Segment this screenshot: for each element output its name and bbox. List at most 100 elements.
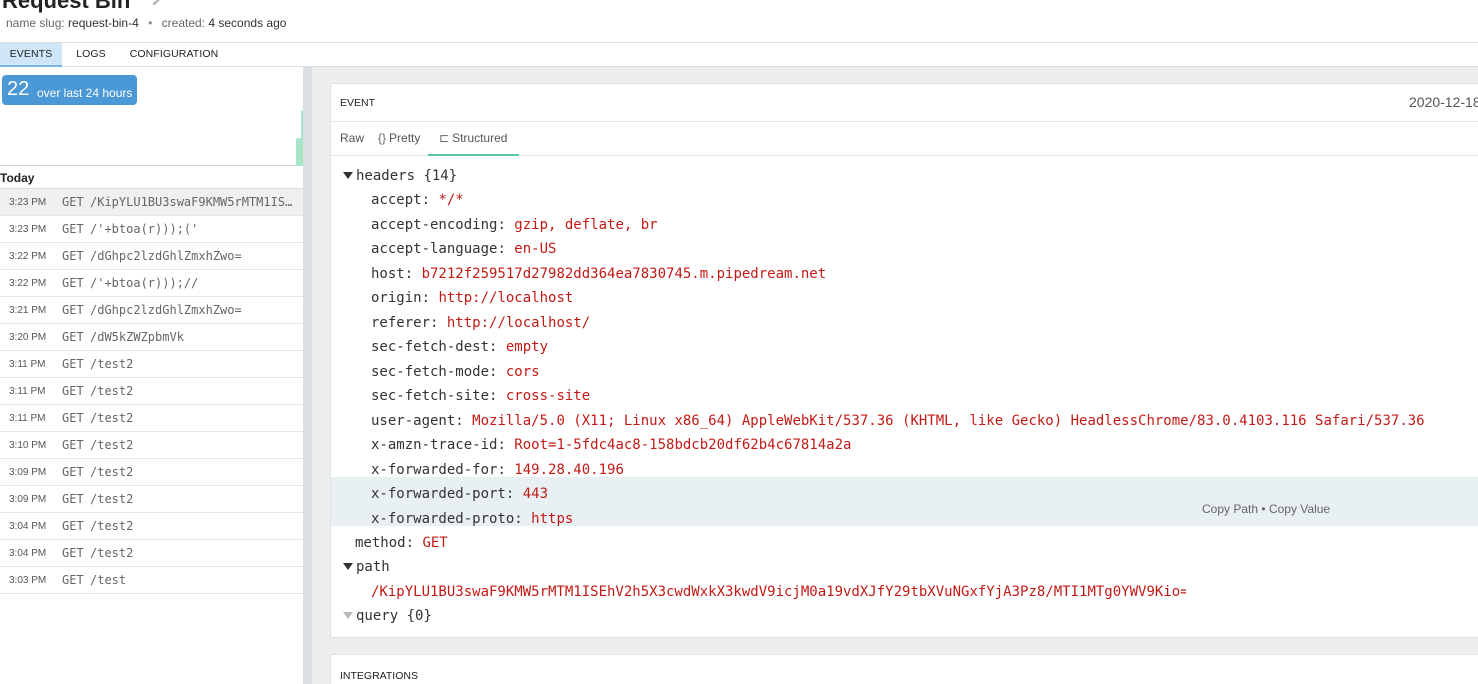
event-method: GET	[62, 249, 84, 263]
header-key: x-amzn-trace-id	[371, 437, 498, 453]
query-key: query	[356, 608, 399, 624]
event-time: 3:23 PM	[9, 196, 47, 208]
copy-path-link[interactable]: Copy Path	[1202, 502, 1258, 516]
event-detail-area: EVENT 2020-12-18 Raw {} Pretty ⊏ Structure…	[303, 67, 1478, 684]
tab-structured-label: Structured	[452, 131, 508, 145]
event-time: 3:09 PM	[9, 466, 47, 478]
tab-pretty-label: Pretty	[389, 131, 421, 145]
event-count: 22	[7, 78, 30, 100]
event-list-item[interactable]: 3:09 PM GET/test2	[0, 486, 303, 513]
view-tabs: Raw {} Pretty ⊏ Structured	[331, 122, 1478, 156]
copy-value-link[interactable]: Copy Value	[1269, 502, 1330, 516]
event-time: 3:21 PM	[9, 304, 47, 316]
header-key: x-forwarded-port	[371, 486, 506, 502]
header-row: accept: */*	[371, 192, 464, 208]
event-list-item[interactable]: 3:03 PM GET/test	[0, 567, 303, 594]
caret-down-icon	[343, 172, 353, 179]
event-list-item[interactable]: 3:22 PM GET/dGhpc2lzdGhlZmxhZwo=	[0, 243, 303, 270]
event-method: GET	[62, 519, 84, 533]
header-key: referer	[371, 314, 431, 331]
event-time: 3:22 PM	[9, 250, 47, 262]
query-node[interactable]: query {0}	[331, 604, 1478, 628]
event-path: /test2	[90, 384, 134, 398]
tab-pretty[interactable]: {} Pretty	[378, 122, 420, 156]
event-method: GET	[62, 492, 84, 506]
header-value: cors	[505, 363, 540, 380]
event-list-item[interactable]: 3:23 PM GET /'+btoa(r)));('	[0, 216, 303, 243]
event-method: GET	[62, 465, 84, 479]
event-list-item[interactable]: 3:11 PM GET/test2	[0, 378, 303, 405]
event-time: 3:11 PM	[9, 412, 46, 424]
group-label-today: Today	[0, 167, 303, 189]
braces-icon: {}	[378, 131, 387, 145]
event-method: GET	[62, 303, 84, 317]
header-key: accept-language	[371, 241, 498, 257]
event-list-item[interactable]: 3:23 PM GET/KipYLU1BU3swaF9KMW5rMTM1ISEhV…	[0, 189, 303, 216]
headers-node[interactable]: headers {14}	[331, 164, 1478, 188]
event-time: 3:04 PM	[9, 520, 47, 532]
event-list-item[interactable]: 3:10 PM GET/test2	[0, 432, 303, 459]
name-slug-value: request-bin-4	[68, 16, 139, 30]
event-path: /dGhpc2lzdGhlZmxhZwo=	[90, 249, 242, 263]
method-value: GET	[422, 535, 448, 551]
path-node[interactable]: path	[331, 555, 1478, 579]
event-list-item[interactable]: 3:11 PM GET/test2	[0, 405, 303, 432]
event-count-label: over last 24 hours	[37, 86, 133, 100]
tab-logs[interactable]: LOGS	[62, 43, 120, 67]
header-value: 149.28.40.196	[514, 461, 624, 478]
header-key: sec-fetch-dest	[371, 339, 490, 355]
header-value: gzip, deflate, br	[514, 216, 658, 233]
event-list-item[interactable]: 3:20 PM GET/dW5kZWZpbmVk	[0, 324, 303, 351]
event-method: GET	[62, 546, 84, 560]
event-method: GET	[62, 438, 84, 452]
header-value: http://localhost/	[446, 314, 591, 331]
header-value: 443	[522, 486, 549, 502]
event-list: 3:23 PM GET/KipYLU1BU3swaF9KMW5rMTM1ISEhV…	[0, 189, 303, 594]
header-key: accept	[371, 192, 422, 208]
event-list-item[interactable]: 3:21 PM GET/dGhpc2lzdGhlZmxhZwo=	[0, 297, 303, 324]
header-key: sec-fetch-site	[371, 388, 490, 404]
event-list-item[interactable]: 3:09 PM GET/test2	[0, 459, 303, 486]
integrations-card: INTEGRATIONS	[330, 654, 1478, 684]
event-path: /test2	[90, 546, 134, 560]
event-path: /test2	[90, 492, 134, 506]
headers-key: headers	[356, 168, 416, 184]
header-row: host: b7212f259517d27982dd364ea7830745.m…	[371, 265, 827, 282]
event-card-header: EVENT 2020-12-18	[331, 84, 1478, 122]
header-key: accept-encoding	[371, 216, 498, 233]
event-method: GET	[62, 330, 84, 344]
header-value: Mozilla/5.0 (X11; Linux x86_64) AppleWeb…	[472, 412, 1425, 429]
event-path: /KipYLU1BU3swaF9KMW5rMTM1ISEhV2h5X3cwdWx…	[90, 195, 296, 209]
event-list-item[interactable]: 3:04 PM GET/test2	[0, 540, 303, 567]
path-value-row: /KipYLU1BU3swaF9KMW5rMTM1ISEhV2h5X3cwdWx…	[331, 580, 1478, 604]
event-list-item[interactable]: 3:22 PM GET /'+btoa(r)));//	[0, 270, 303, 297]
header-row: accept-encoding: gzip, deflate, br	[371, 216, 658, 233]
event-method: GET	[62, 276, 84, 290]
event-time: 3:09 PM	[9, 493, 47, 505]
header-value: Root=1-5fdc4ac8-158bdcb20df62b4c67814a2a	[514, 437, 852, 453]
header-value: empty	[505, 339, 549, 355]
tab-configuration[interactable]: CONFIGURATION	[120, 43, 228, 67]
event-time: 3:10 PM	[9, 439, 47, 451]
header-row: referer: http://localhost/	[371, 314, 591, 331]
bin-meta: name slug: request-bin-4 • created: 4 se…	[6, 16, 286, 30]
tab-raw[interactable]: Raw	[340, 122, 364, 156]
event-method: GET	[62, 411, 84, 425]
header-key: origin	[371, 290, 422, 306]
event-list-item[interactable]: 3:11 PM GET/test2	[0, 351, 303, 378]
header-value: http://localhost	[438, 290, 574, 306]
event-time: 3:20 PM	[9, 331, 47, 343]
header-row: sec-fetch-site: cross-site	[371, 388, 591, 404]
tab-structured[interactable]: ⊏ Structured	[428, 122, 520, 156]
event-path: /dW5kZWZpbmVk	[90, 330, 184, 344]
event-path: /dGhpc2lzdGhlZmxhZwo=	[90, 303, 242, 317]
event-list-item[interactable]: 3:04 PM GET/test2	[0, 513, 303, 540]
event-date: 2020-12-18	[1409, 94, 1478, 110]
event-path: /test2	[90, 357, 134, 371]
tab-events[interactable]: EVENTS	[0, 43, 62, 67]
header-value: en-US	[514, 241, 557, 257]
event-time: 3:11 PM	[9, 358, 46, 370]
edit-title-icon[interactable]	[152, 0, 164, 6]
header-value: cross-site	[505, 388, 591, 404]
event-volume-chart: 22 over last 24 hours	[0, 67, 313, 166]
